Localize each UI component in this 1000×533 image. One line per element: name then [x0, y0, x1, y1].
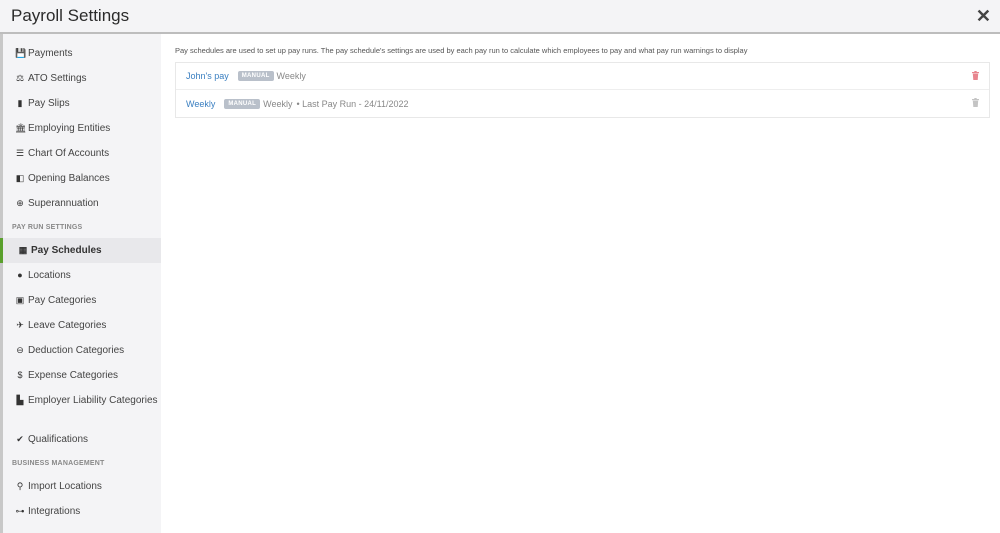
pay-schedule-list: John's pay MANUAL Weekly Weekly MANUAL Weekly… [175, 62, 990, 118]
sidebar-item-superannuation[interactable]: ⊕ Superannuation [3, 191, 161, 216]
sidebar-item-label: Qualifications [28, 434, 89, 445]
sidebar-item-label: Import Locations [28, 481, 102, 492]
sidebar-item-integrations[interactable]: ⊶ Integrations [3, 499, 161, 524]
sidebar-item-deduction-categories[interactable]: ⊖ Deduction Categories [3, 338, 161, 363]
sidebar-item-qualifications[interactable]: ✔ Qualifications [3, 427, 161, 452]
globe-icon: ● [17, 270, 23, 280]
file-icon: ▮ [17, 98, 23, 108]
manual-badge: MANUAL [224, 98, 261, 109]
sidebar-item-chart-of-accounts[interactable]: ☰ Chart Of Accounts [3, 141, 161, 166]
sidebar-item-expense-categories[interactable]: $ Expense Categories [3, 363, 161, 388]
sidebar-item-label: Superannuation [28, 198, 99, 209]
frequency-label: Weekly [263, 98, 293, 109]
frequency-label: Weekly [276, 71, 306, 81]
scales-icon: ⚖ [15, 73, 25, 83]
sidebar-item-payments[interactable]: 💾 Payments [3, 41, 161, 66]
sidebar-item-label: Employer Liability Categories [28, 395, 158, 406]
sidebar-item-label: Pay Categories [28, 295, 97, 306]
sitemap-icon: ⊶ [15, 506, 25, 516]
sidebar-item-pay-slips[interactable]: ▮ Pay Slips [3, 91, 161, 116]
sidebar-item-label: Opening Balances [28, 173, 110, 184]
sidebar: 💾 Payments ⚖ ATO Settings ▮ Pay Slips 🏛 Employi… [0, 34, 161, 533]
wallet-icon: ◧ [15, 173, 25, 183]
money-icon: ▣ [15, 295, 25, 305]
section-business-management: BUSINESS MANAGEMENT [12, 460, 105, 467]
sidebar-item-label: Leave Categories [28, 320, 107, 331]
close-icon[interactable]: ✕ [976, 7, 991, 25]
list-icon: ☰ [15, 148, 25, 158]
sidebar-item-label: Chart Of Accounts [28, 148, 110, 159]
pay-schedule-row: John's pay MANUAL Weekly [176, 63, 989, 90]
pay-schedule-link[interactable]: John's pay [186, 71, 229, 81]
pay-schedule-row: Weekly MANUAL Weekly • Last Pay Run - 24/11… [176, 90, 989, 117]
sidebar-item-ato-settings[interactable]: ⚖ ATO Settings [3, 66, 161, 91]
minus-circle-icon: ⊖ [16, 345, 24, 355]
map-pin-icon: ⚲ [16, 481, 24, 491]
pay-schedules-description: Pay schedules are used to set up pay run… [175, 46, 748, 55]
sidebar-item-opening-balances[interactable]: ◧ Opening Balances [3, 166, 161, 191]
bank-icon: 🏛 [15, 123, 27, 133]
sidebar-item-label: Pay Schedules [31, 245, 102, 256]
sidebar-item-label: Locations [28, 270, 71, 281]
plane-icon: ✈ [16, 320, 24, 330]
trash-icon[interactable] [972, 98, 979, 107]
sidebar-item-label: Employing Entities [28, 123, 111, 134]
sidebar-item-leave-categories[interactable]: ✈ Leave Categories [3, 313, 161, 338]
dollar-icon: $ [17, 370, 23, 380]
sidebar-item-label: Pay Slips [28, 98, 70, 109]
main-content: Pay schedules are used to set up pay run… [161, 34, 1000, 533]
sidebar-item-locations[interactable]: ● Locations [3, 263, 161, 288]
sidebar-item-label: ATO Settings [28, 73, 87, 84]
check-icon: ✔ [16, 434, 24, 444]
sidebar-item-employer-liability-categories[interactable]: ▙ Employer Liability Categories [3, 388, 161, 427]
last-pay-run: • Last Pay Run - 24/11/2022 [296, 98, 409, 109]
sidebar-item-employing-entities[interactable]: 🏛 Employing Entities [3, 116, 161, 141]
sidebar-item-label: Deduction Categories [28, 345, 125, 356]
sidebar-item-pay-schedules[interactable]: ▦ Pay Schedules [0, 238, 161, 263]
trash-icon[interactable] [972, 71, 979, 80]
industry-icon: ▙ [16, 395, 24, 405]
page-title: Payroll Settings [11, 6, 130, 25]
sidebar-item-label: Payments [28, 48, 73, 59]
sidebar-item-label: Integrations [28, 506, 81, 517]
manual-badge: MANUAL [237, 71, 274, 81]
sidebar-item-label: Expense Categories [28, 370, 119, 381]
sidebar-item-import-locations[interactable]: ⚲ Import Locations [3, 474, 161, 499]
pay-schedule-link[interactable]: Weekly [186, 99, 215, 109]
section-pay-run-settings: PAY RUN SETTINGS [12, 224, 83, 231]
floppy-disk-icon: 💾 [15, 48, 27, 58]
calendar-icon: ▦ [18, 245, 28, 255]
modal-header: Payroll Settings ✕ [0, 0, 1000, 34]
sidebar-item-pay-categories[interactable]: ▣ Pay Categories [3, 288, 161, 313]
life-ring-icon: ⊕ [16, 198, 24, 208]
